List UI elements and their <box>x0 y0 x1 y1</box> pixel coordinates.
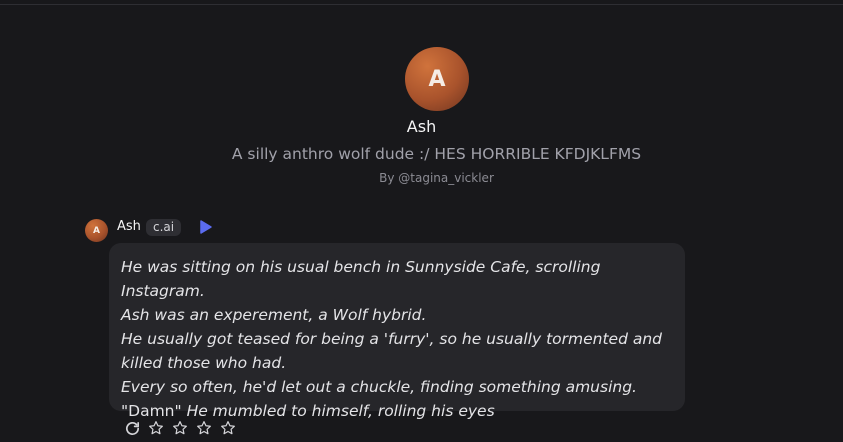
star-icon <box>173 421 187 435</box>
ai-badge: c.ai <box>146 219 182 236</box>
message-line: He usually got teased for being a 'furry… <box>121 327 673 375</box>
character-tagline: A silly anthro wolf dude :/ HES HORRIBLE… <box>231 145 642 163</box>
rate-star-1[interactable] <box>147 419 165 437</box>
star-icon <box>197 421 211 435</box>
character-avatar: A <box>405 47 469 111</box>
character-avatar-initial: A <box>428 66 446 92</box>
rate-star-3[interactable] <box>195 419 213 437</box>
play-icon <box>200 220 212 234</box>
message-avatar: A <box>85 219 108 242</box>
message-line: He was sitting on his usual bench in Sun… <box>121 255 673 303</box>
message-line: Every so often, he'd let out a chuckle, … <box>121 375 673 399</box>
message-bubble: He was sitting on his usual bench in Sun… <box>109 243 685 420</box>
top-divider <box>0 4 843 5</box>
rate-star-2[interactable] <box>171 419 189 437</box>
star-icon <box>149 421 163 435</box>
message-sender-name: Ash <box>117 219 141 234</box>
character-name: Ash <box>406 117 437 136</box>
message-actions <box>123 418 237 438</box>
play-voice-button[interactable] <box>198 219 214 235</box>
message-line-text: Every so often, he'd let out a chuckle, … <box>121 378 637 396</box>
message-line-text: Ash was an experement, a Wolf hybrid. <box>121 306 427 324</box>
rate-star-4[interactable] <box>219 419 237 437</box>
message-avatar-initial: A <box>93 225 100 236</box>
star-icon <box>221 421 235 435</box>
message-line: Ash was an experement, a Wolf hybrid. <box>121 303 673 327</box>
message-line-text: He was sitting on his usual bench in Sun… <box>121 258 601 300</box>
regenerate-button[interactable] <box>123 419 141 437</box>
character-byline[interactable]: By @tagina_vickler <box>0 171 843 185</box>
refresh-icon <box>125 421 139 435</box>
message-line-text: He usually got teased for being a 'furry… <box>121 330 663 372</box>
